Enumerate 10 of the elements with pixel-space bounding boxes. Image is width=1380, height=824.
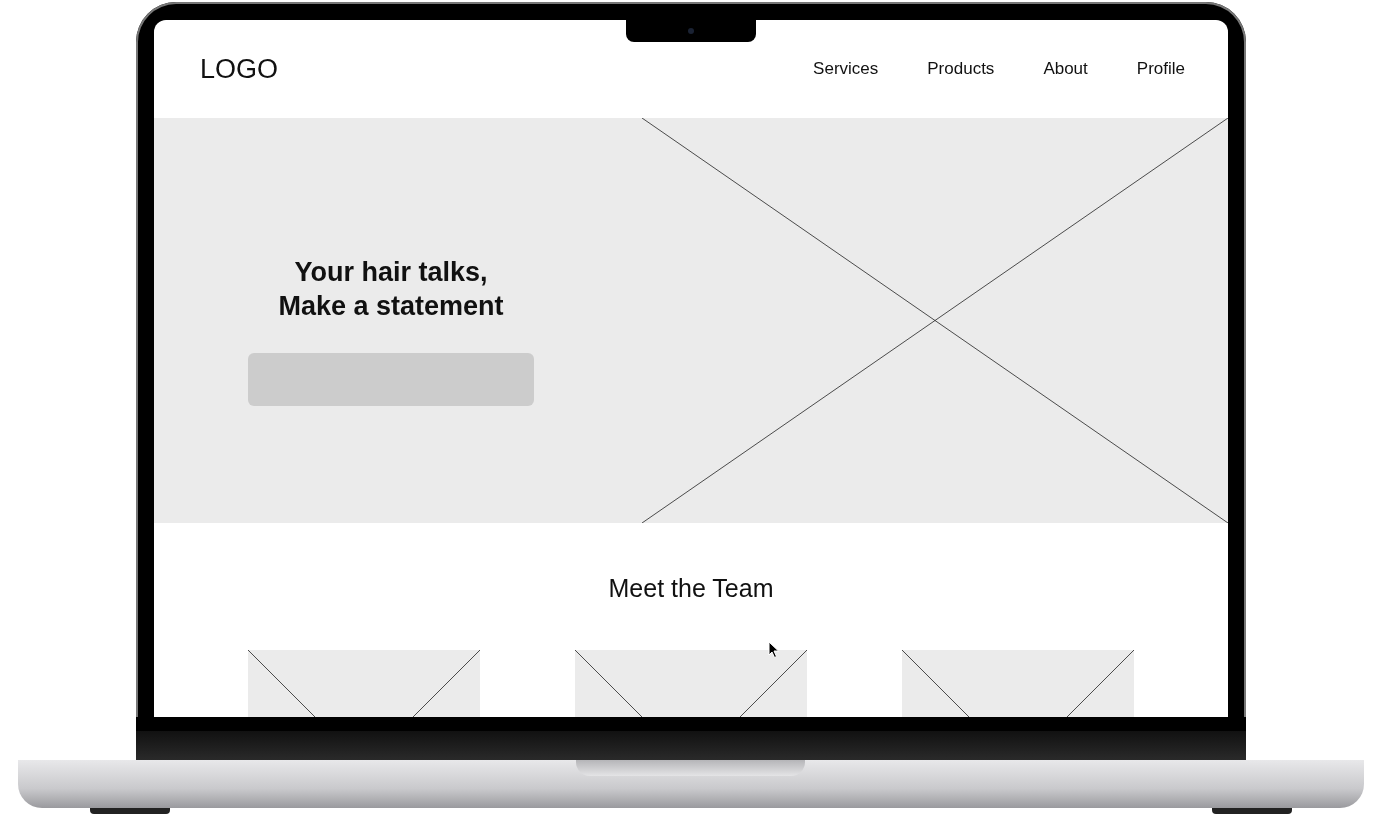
hero-headline: Your hair talks, Make a statement [278, 256, 504, 323]
cursor-icon [768, 641, 780, 659]
nav-link[interactable]: Products [927, 56, 995, 82]
nav-link[interactable]: About [1043, 56, 1088, 82]
logo[interactable]: LOGO [200, 48, 279, 90]
nav-link[interactable]: Profile [1136, 56, 1185, 82]
cta-button[interactable] [248, 353, 534, 406]
camera-icon [687, 27, 695, 35]
section-title: Meet the Team [607, 573, 775, 603]
nav-link[interactable]: Services [813, 56, 879, 82]
